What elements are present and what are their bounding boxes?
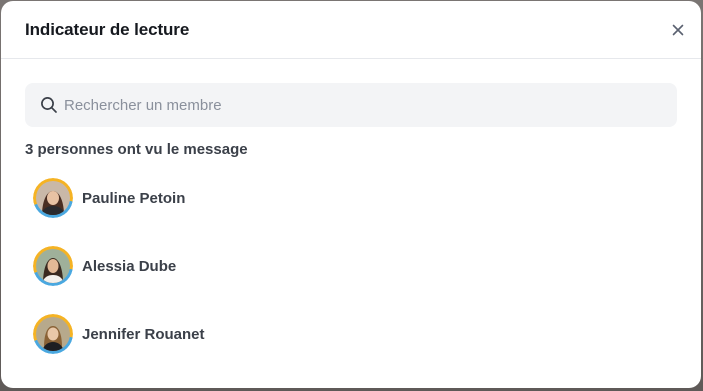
avatar <box>33 246 73 286</box>
close-button[interactable] <box>669 21 687 39</box>
search-input[interactable] <box>64 90 624 120</box>
close-icon <box>672 24 684 36</box>
modal-title: Indicateur de lecture <box>25 20 190 39</box>
member-item[interactable]: Jennifer Rouanet <box>33 314 653 382</box>
read-receipt-modal: Indicateur de lecture 3 personnes ont vu… <box>1 1 701 388</box>
member-name: Pauline Petoin <box>82 190 186 207</box>
avatar <box>33 314 73 354</box>
modal-header: Indicateur de lecture <box>1 1 701 59</box>
member-name: Jennifer Rouanet <box>82 326 205 343</box>
search-box[interactable] <box>25 83 677 127</box>
member-item[interactable]: Alessia Dube <box>33 246 653 314</box>
member-name: Alessia Dube <box>82 258 177 275</box>
member-item[interactable]: Pauline Petoin <box>33 178 653 246</box>
search-icon <box>40 96 58 114</box>
avatar <box>33 178 73 218</box>
seen-count-label: 3 personnes ont vu le message <box>25 141 248 158</box>
member-list: Pauline Petoin Alessia Dube Jennifer Rou… <box>33 178 653 382</box>
